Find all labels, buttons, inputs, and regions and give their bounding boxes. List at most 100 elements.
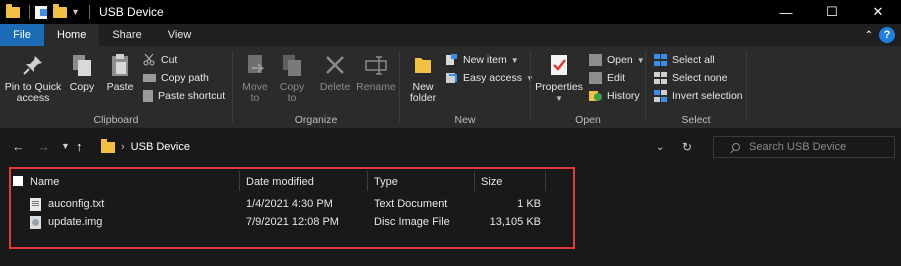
breadcrumb-usb-device[interactable]: USB Device [131, 141, 190, 153]
easy-access-icon [445, 72, 458, 84]
copy-path-button[interactable]: Copy path [143, 72, 209, 84]
properties-button[interactable]: Properties ▼ [535, 52, 583, 104]
cut-button[interactable]: Cut [143, 53, 177, 66]
select-all-checkbox[interactable] [13, 176, 23, 186]
search-placeholder: Search USB Device [749, 141, 847, 153]
breadcrumb-chevron-icon[interactable]: › [121, 141, 125, 153]
select-all-button[interactable]: Select all [654, 54, 715, 66]
divider[interactable] [474, 171, 475, 191]
quick-access-toolbar: ▾ [0, 0, 95, 24]
window-controls: — ☐ ✕ [763, 0, 901, 24]
pin-to-quick-access-button[interactable]: Pin to Quick access [4, 52, 62, 104]
size-cell: 1 KB [517, 198, 541, 210]
search-input[interactable]: Search USB Device [713, 136, 895, 158]
type-cell: Disc Image File [374, 216, 450, 228]
divider[interactable] [545, 171, 546, 191]
column-header-name[interactable]: Name [30, 171, 59, 193]
column-header-size[interactable]: Size [481, 171, 502, 193]
organize-group: Move to Copy to Delete Rename Organize [233, 50, 399, 128]
rename-icon [363, 52, 389, 78]
rename-button[interactable]: Rename [355, 52, 397, 93]
clipboard-group: Pin to Quick access Copy Paste Cut Copy … [0, 50, 232, 128]
select-group-label: Select [681, 114, 711, 126]
maximize-button[interactable]: ☐ [809, 0, 855, 24]
customize-quick-access-icon[interactable]: ▾ [73, 7, 78, 18]
history-icon [589, 90, 602, 102]
divider[interactable] [367, 171, 368, 191]
back-icon[interactable]: ← [12, 139, 25, 154]
chevron-down-icon: ▼ [636, 55, 645, 65]
folder-icon [101, 138, 115, 153]
address-bar[interactable]: › USB Device [95, 136, 703, 158]
refresh-icon[interactable]: ↻ [682, 140, 692, 154]
new-folder-icon[interactable] [53, 3, 67, 18]
date-modified-cell: 7/9/2021 12:08 PM [246, 216, 339, 228]
history-label: History [607, 90, 640, 102]
title-bar: ▾ USB Device — ☐ ✕ [0, 0, 901, 24]
help-icon[interactable]: ? [879, 27, 895, 43]
select-none-button[interactable]: Select none [654, 72, 727, 84]
paste-icon [107, 52, 133, 78]
invert-selection-button[interactable]: Invert selection [654, 90, 743, 102]
properties-icon[interactable] [35, 5, 47, 19]
disc-image-icon [30, 215, 41, 229]
window-title: USB Device [99, 5, 164, 19]
new-group: New folder New item ▼ Easy access ▼ New [400, 50, 534, 128]
copy-path-icon [143, 74, 156, 82]
history-button[interactable]: History [589, 90, 640, 102]
move-to-icon [242, 52, 268, 78]
select-none-label: Select none [672, 72, 728, 84]
open-button[interactable]: Open ▼ [589, 54, 645, 66]
forward-icon[interactable]: → [37, 139, 50, 154]
column-header-type[interactable]: Type [374, 171, 398, 193]
new-folder-label: New folder [409, 81, 437, 104]
file-name-cell: update.img [30, 213, 102, 231]
paste-shortcut-icon [143, 90, 153, 102]
type-cell: Text Document [374, 198, 448, 210]
copy-button[interactable]: Copy [64, 52, 100, 93]
ribbon: Pin to Quick access Copy Paste Cut Copy … [0, 46, 901, 128]
easy-access-label: Easy access [463, 72, 522, 84]
divider[interactable] [239, 171, 240, 191]
tab-share[interactable]: Share [99, 24, 154, 46]
file-list: Name Date modified Type Size auconfig.tx… [0, 164, 901, 266]
file-name: auconfig.txt [48, 198, 105, 210]
folder-icon [6, 3, 20, 18]
up-arrow-icon[interactable]: ↑ [76, 139, 83, 154]
tab-home[interactable]: Home [44, 24, 100, 46]
file-name: update.img [48, 216, 103, 228]
select-group: Select all Select none Invert selection … [646, 50, 746, 128]
clipboard-group-label: Clipboard [93, 114, 139, 126]
easy-access-button[interactable]: Easy access ▼ [445, 72, 534, 84]
paste-label: Paste [106, 81, 134, 93]
open-label: Open [607, 54, 633, 66]
divider [29, 5, 30, 19]
move-to-button[interactable]: Move to [237, 52, 273, 104]
delete-button[interactable]: Delete [315, 52, 355, 93]
delete-label: Delete [319, 81, 351, 93]
column-header-date-modified[interactable]: Date modified [246, 171, 314, 193]
minimize-ribbon-icon[interactable]: ⌃ [865, 30, 873, 41]
close-button[interactable]: ✕ [855, 0, 901, 24]
pin-icon [20, 52, 46, 78]
properties-label: Properties [535, 81, 583, 93]
new-item-icon [445, 54, 458, 66]
tab-view[interactable]: View [155, 24, 205, 46]
minimize-button[interactable]: — [763, 0, 809, 24]
paste-button[interactable]: Paste [102, 52, 138, 93]
paste-shortcut-button[interactable]: Paste shortcut [143, 90, 225, 102]
recent-locations-icon[interactable]: ▼ [61, 141, 70, 151]
rename-label: Rename [356, 81, 396, 93]
ribbon-tabs: File Home Share View ⌃ ? [0, 24, 901, 46]
copy-to-button[interactable]: Copy to [275, 52, 309, 104]
open-group: Properties ▼ Open ▼ Edit History Open [531, 50, 645, 128]
new-item-label: New item [463, 54, 507, 66]
select-none-icon [654, 72, 667, 84]
new-folder-button[interactable]: New folder [406, 52, 440, 104]
new-item-button[interactable]: New item ▼ [445, 54, 519, 66]
copy-to-icon [279, 52, 305, 78]
tab-file[interactable]: File [0, 24, 44, 46]
address-dropdown-icon[interactable]: ⌄ [656, 142, 664, 153]
edit-button[interactable]: Edit [589, 72, 625, 84]
file-name-cell: auconfig.txt [30, 195, 104, 213]
